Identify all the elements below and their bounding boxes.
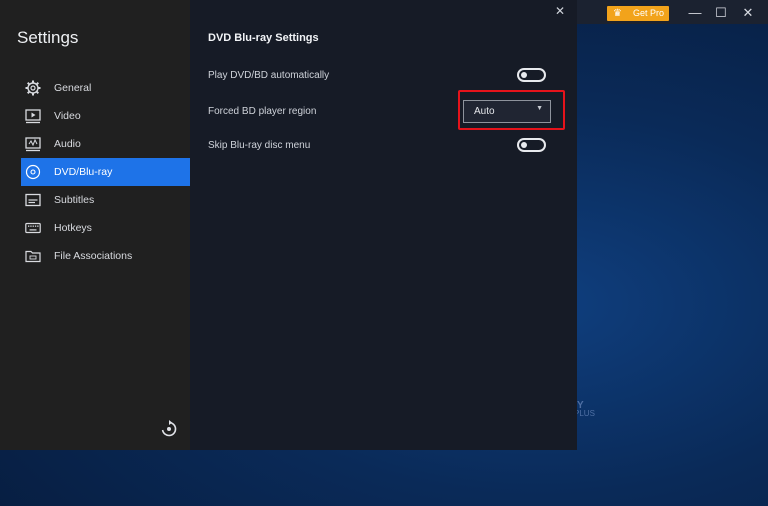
crown-icon: ♛ bbox=[613, 8, 622, 19]
play-dvd-bd-label: Play DVD/BD automatically bbox=[208, 70, 330, 81]
settings-title: Settings bbox=[17, 28, 79, 47]
toggle-knob bbox=[521, 72, 527, 78]
toggle-knob bbox=[521, 142, 527, 148]
skip-disc-menu-toggle[interactable] bbox=[517, 138, 546, 152]
video-icon bbox=[25, 109, 41, 124]
sidebar-item-file-associations[interactable]: File Associations bbox=[21, 242, 190, 270]
sidebar-item-subtitles[interactable]: Subtitles bbox=[21, 186, 190, 214]
disc-icon bbox=[25, 164, 41, 180]
watermark-plus: PLUS bbox=[574, 409, 595, 418]
play-dvd-bd-toggle[interactable] bbox=[517, 68, 546, 82]
sidebar-item-label: DVD/Blu-ray bbox=[54, 166, 113, 178]
get-pro-label: Get Pro bbox=[633, 8, 665, 18]
close-dialog-button[interactable]: ✕ bbox=[553, 4, 567, 18]
sidebar-item-video[interactable]: Video bbox=[21, 102, 190, 130]
keyboard-icon bbox=[25, 222, 41, 234]
sidebar-item-label: Subtitles bbox=[54, 194, 95, 206]
forced-bd-region-label: Forced BD player region bbox=[208, 106, 317, 117]
brand-watermark: Y PLUS bbox=[574, 401, 614, 426]
settings-content: DVD Blu-ray Settings Play DVD/BD automat… bbox=[190, 0, 577, 450]
skip-disc-menu-label: Skip Blu-ray disc menu bbox=[208, 140, 311, 151]
sidebar-item-general[interactable]: General bbox=[21, 74, 190, 102]
close-window-button[interactable]: ✕ bbox=[737, 4, 759, 22]
settings-dialog: Settings General Video Audio DVD/Blu-ray… bbox=[0, 0, 577, 450]
sidebar-item-label: General bbox=[54, 82, 92, 94]
folder-icon bbox=[25, 250, 41, 263]
gear-icon bbox=[25, 80, 41, 96]
maximize-button[interactable]: ☐ bbox=[710, 4, 732, 22]
sidebar-item-label: Audio bbox=[54, 138, 81, 150]
sidebar-item-label: File Associations bbox=[54, 250, 133, 262]
settings-nav: General Video Audio DVD/Blu-ray Subtitle… bbox=[21, 74, 190, 270]
section-title: DVD Blu-ray Settings bbox=[208, 32, 319, 44]
sidebar-item-audio[interactable]: Audio bbox=[21, 130, 190, 158]
sidebar-item-dvd-blu-ray[interactable]: DVD/Blu-ray bbox=[21, 158, 190, 186]
dropdown-value: Auto bbox=[474, 106, 495, 117]
audio-icon bbox=[25, 137, 41, 152]
chevron-down-icon: ▼ bbox=[536, 105, 543, 112]
sidebar-item-label: Video bbox=[54, 110, 81, 122]
bd-region-dropdown[interactable]: Auto ▼ bbox=[463, 100, 551, 123]
sidebar-item-hotkeys[interactable]: Hotkeys bbox=[21, 214, 190, 242]
subtitles-icon bbox=[25, 193, 41, 207]
sidebar-item-label: Hotkeys bbox=[54, 222, 92, 234]
get-pro-button[interactable]: ♛ Get Pro bbox=[607, 6, 669, 21]
reset-icon[interactable] bbox=[160, 420, 178, 438]
settings-sidebar: Settings General Video Audio DVD/Blu-ray… bbox=[0, 0, 190, 450]
minimize-button[interactable]: — bbox=[684, 4, 706, 22]
